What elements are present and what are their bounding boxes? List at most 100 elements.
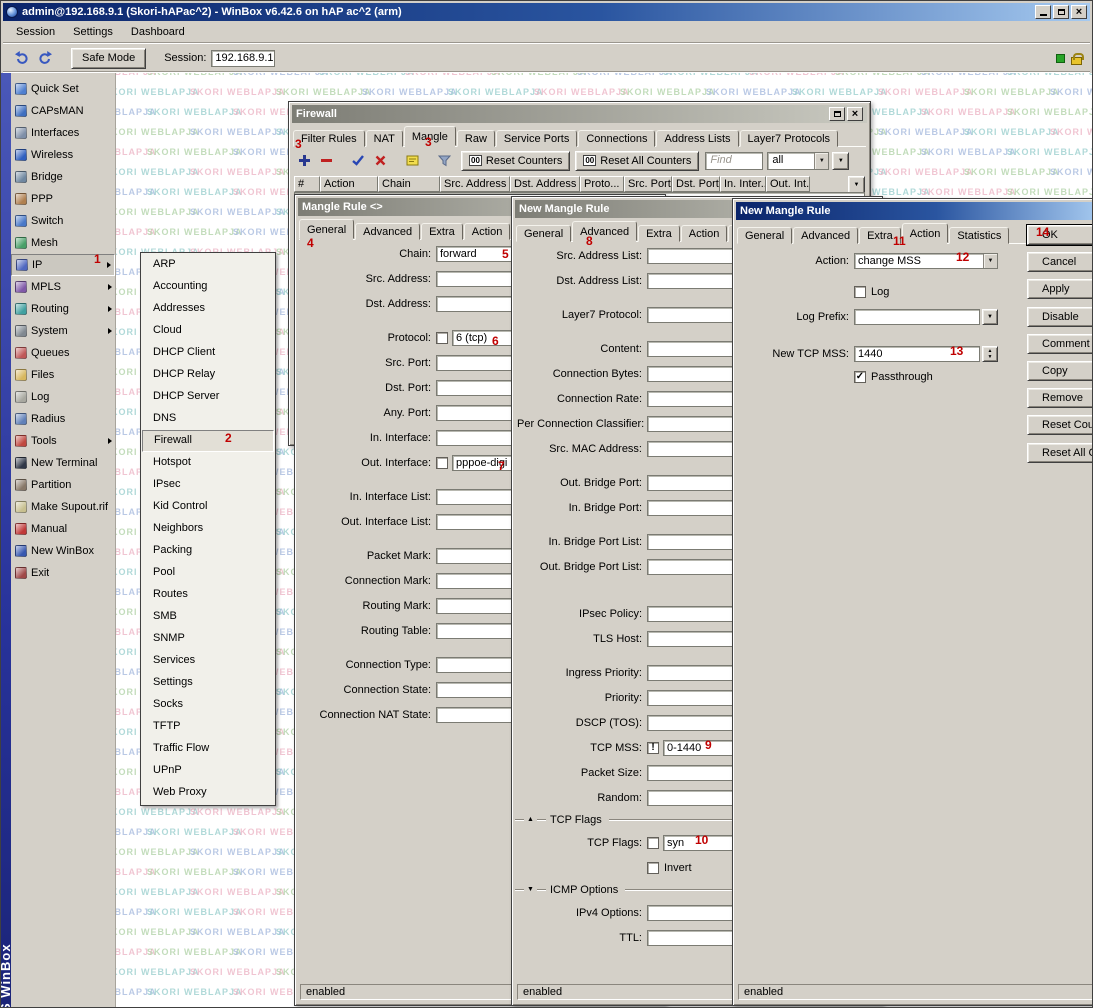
new-mangle-rule-tab-general[interactable]: General (516, 225, 571, 242)
submenu-item-smb[interactable]: SMB (142, 606, 274, 628)
sidebar-item-log[interactable]: Log (11, 386, 115, 408)
close-button[interactable]: × (1071, 5, 1087, 19)
sidebar-item-new-winbox[interactable]: New WinBox (11, 540, 115, 562)
not-checkbox[interactable] (436, 332, 448, 344)
firewall-tab-connections[interactable]: Connections (578, 130, 655, 147)
mangle-rule-tab-action[interactable]: Action (464, 223, 511, 240)
submenu-item-dhcp-client[interactable]: DHCP Client (142, 342, 274, 364)
sidebar-item-queues[interactable]: Queues (11, 342, 115, 364)
collapse-icon[interactable]: ▲ (527, 816, 534, 824)
submenu-item-arp[interactable]: ARP (142, 254, 274, 276)
sidebar-item-tools[interactable]: Tools (11, 430, 115, 452)
comment-button[interactable] (402, 152, 422, 170)
new-mangle-rule-titlebar[interactable]: New Mangle Rule (736, 202, 1093, 220)
mangle-rule-tab-extra[interactable]: Extra (421, 223, 463, 240)
invert-checkbox[interactable] (647, 862, 659, 874)
submenu-item-addresses[interactable]: Addresses (142, 298, 274, 320)
firewall-tab-filter-rules[interactable]: Filter Rules (293, 130, 365, 147)
submenu-item-packing[interactable]: Packing (142, 540, 274, 562)
filter-dropdown-button[interactable]: ▼ (832, 152, 849, 170)
submenu-item-traffic-flow[interactable]: Traffic Flow (142, 738, 274, 760)
reset-counters-button[interactable]: 00 Reset Counters (461, 151, 570, 171)
reset-all-counters-button[interactable]: 00 Reset All Counters (575, 151, 699, 171)
sidebar-item-partition[interactable]: Partition (11, 474, 115, 496)
dropdown-arrow-icon[interactable]: ▼ (983, 254, 997, 268)
sidebar-item-mpls[interactable]: MPLS (11, 276, 115, 298)
sidebar-item-capsman[interactable]: CAPsMAN (11, 100, 115, 122)
comment-button[interactable]: Comment (1027, 334, 1093, 354)
column-header-action[interactable]: Action (320, 176, 378, 192)
reset-all-counters-button[interactable]: Reset All Counters (1027, 443, 1093, 463)
column-header-proto[interactable]: Proto... (580, 176, 624, 192)
firewall-tab-nat[interactable]: NAT (366, 130, 403, 147)
expand-icon[interactable]: ▼ (527, 886, 534, 894)
column-header-in-inter[interactable]: In. Inter... (720, 176, 766, 192)
submenu-item-firewall[interactable]: Firewall (142, 430, 274, 452)
filter-select[interactable]: all ▼ (767, 152, 829, 170)
new-mangle-rule-tab-action[interactable]: Action (681, 225, 728, 242)
firewall-restore-button[interactable] (829, 107, 845, 121)
disable-rule-button[interactable] (370, 152, 390, 170)
copy-button[interactable]: Copy (1027, 361, 1093, 381)
sidebar-item-ppp[interactable]: PPP (11, 188, 115, 210)
submenu-item-routes[interactable]: Routes (142, 584, 274, 606)
submenu-item-neighbors[interactable]: Neighbors (142, 518, 274, 540)
submenu-item-ipsec[interactable]: IPsec (142, 474, 274, 496)
log-prefix-input[interactable] (854, 309, 980, 325)
submenu-item-dns[interactable]: DNS (142, 408, 274, 430)
mangle-rule-tab-advanced[interactable]: Advanced (355, 223, 420, 240)
menu-settings[interactable]: Settings (64, 24, 122, 40)
submenu-item-cloud[interactable]: Cloud (142, 320, 274, 342)
disable-button[interactable]: Disable (1027, 307, 1093, 327)
sidebar-item-quick-set[interactable]: Quick Set (11, 78, 115, 100)
enable-rule-button[interactable] (348, 152, 368, 170)
log-checkbox[interactable] (854, 286, 866, 298)
submenu-item-dhcp-server[interactable]: DHCP Server (142, 386, 274, 408)
safe-mode-button[interactable]: Safe Mode (71, 48, 146, 69)
sidebar-item-files[interactable]: Files (11, 364, 115, 386)
sidebar-item-radius[interactable]: Radius (11, 408, 115, 430)
firewall-close-button[interactable]: × (847, 107, 863, 121)
submenu-item-accounting[interactable]: Accounting (142, 276, 274, 298)
sidebar-item-routing[interactable]: Routing (11, 298, 115, 320)
submenu-item-settings[interactable]: Settings (142, 672, 274, 694)
column-header-dst-address[interactable]: Dst. Address (510, 176, 580, 192)
apply-button[interactable]: Apply (1027, 279, 1093, 299)
remove-button[interactable]: Remove (1027, 388, 1093, 408)
sidebar-item-wireless[interactable]: Wireless (11, 144, 115, 166)
column-header-src-port[interactable]: Src. Port (624, 176, 672, 192)
sidebar-item-interfaces[interactable]: Interfaces (11, 122, 115, 144)
firewall-tab-service-ports[interactable]: Service Ports (496, 130, 577, 147)
column-header-item[interactable]: # (294, 176, 320, 192)
submenu-item-pool[interactable]: Pool (142, 562, 274, 584)
new-tcp-mss-spinner[interactable]: ▲ ▼ (982, 346, 998, 362)
menu-dashboard[interactable]: Dashboard (122, 24, 194, 40)
sidebar-item-exit[interactable]: Exit (11, 562, 115, 584)
log-prefix-dropdown-button[interactable]: ▼ (982, 309, 998, 325)
submenu-item-hotspot[interactable]: Hotspot (142, 452, 274, 474)
spinner-up-icon[interactable]: ▲ (988, 349, 993, 354)
find-input[interactable]: Find (705, 152, 763, 170)
filter-button[interactable] (434, 152, 454, 170)
sidebar-item-mesh[interactable]: Mesh (11, 232, 115, 254)
sidebar-item-switch[interactable]: Switch (11, 210, 115, 232)
undo-button[interactable] (9, 47, 33, 69)
firewall-tab-raw[interactable]: Raw (457, 130, 495, 147)
column-header-out-int[interactable]: Out. Int... (766, 176, 810, 192)
dropdown-arrow-icon[interactable]: ▼ (814, 153, 828, 169)
submenu-item-web-proxy[interactable]: Web Proxy (142, 782, 274, 804)
submenu-item-upnp[interactable]: UPnP (142, 760, 274, 782)
firewall-titlebar[interactable]: Firewall × (292, 105, 867, 123)
submenu-item-socks[interactable]: Socks (142, 694, 274, 716)
not-checkbox[interactable] (436, 457, 448, 469)
column-header-chain[interactable]: Chain (378, 176, 440, 192)
reset-counters-button[interactable]: Reset Counters (1027, 415, 1093, 435)
new-mangle-rule-tab-extra[interactable]: Extra (638, 225, 680, 242)
new-mangle-rule-tab-statistics[interactable]: Statistics (949, 227, 1009, 244)
action-select[interactable]: change MSS ▼ (854, 253, 998, 269)
sidebar-item-manual[interactable]: Manual (11, 518, 115, 540)
sidebar-item-bridge[interactable]: Bridge (11, 166, 115, 188)
sidebar-item-new-terminal[interactable]: New Terminal (11, 452, 115, 474)
menu-session[interactable]: Session (7, 24, 64, 40)
column-header-src-address[interactable]: Src. Address (440, 176, 510, 192)
